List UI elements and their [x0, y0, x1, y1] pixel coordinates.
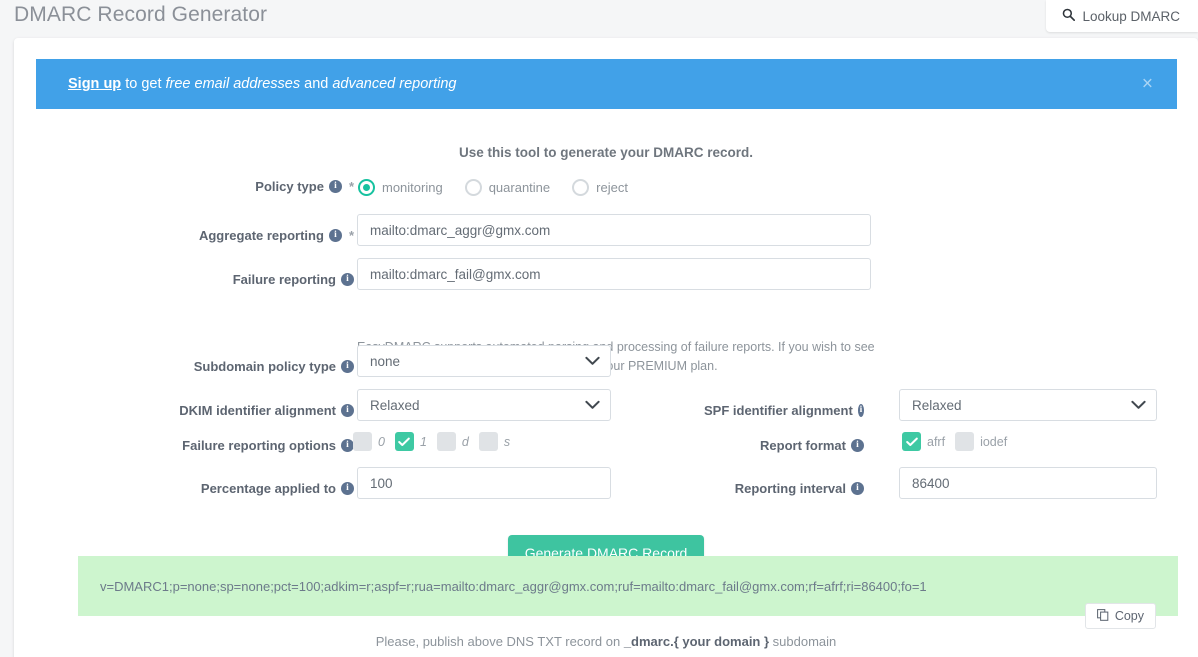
checkbox-fo-d[interactable]: d: [436, 432, 479, 451]
info-icon[interactable]: i: [328, 180, 342, 193]
checkbox-box: [955, 432, 975, 451]
spf-alignment-select[interactable]: Relaxed: [899, 389, 1157, 421]
reporting-interval-input[interactable]: [899, 467, 1157, 499]
failure-reporting-input[interactable]: [357, 258, 871, 290]
footnote-part2: subdomain: [769, 634, 837, 649]
subdomain-policy-label: Subdomain policy type i: [164, 359, 354, 374]
close-icon[interactable]: ×: [1136, 74, 1159, 95]
failure-options-checkbox-group[interactable]: 0 1 d s: [353, 432, 520, 451]
banner-message: Sign up to get free email addresses and …: [68, 76, 457, 92]
report-format-label: Report format i: [714, 438, 864, 453]
checkbox-fo-s[interactable]: s: [478, 432, 520, 451]
search-icon: [1062, 8, 1076, 24]
info-icon[interactable]: i: [341, 403, 354, 417]
checkbox-fo-0[interactable]: 0: [353, 432, 395, 451]
signup-link[interactable]: Sign up: [68, 76, 121, 92]
subdomain-policy-value: none: [370, 353, 401, 369]
percentage-label: Percentage applied to i: [164, 481, 354, 496]
radio-dot-reject: [572, 179, 590, 196]
radio-reject[interactable]: reject: [572, 179, 628, 196]
footnote: Please, publish above DNS TXT record on …: [14, 634, 1198, 649]
main-card: Sign up to get free email addresses and …: [14, 38, 1198, 657]
banner-emphasis-1: free email addresses: [165, 76, 301, 92]
failure-reporting-label: Failure reporting i: [174, 272, 354, 287]
lookup-dmarc-label: Lookup DMARC: [1082, 8, 1180, 24]
chevron-down-icon: [585, 398, 600, 413]
page-title: DMARC Record Generator: [14, 3, 268, 26]
signup-banner: Sign up to get free email addresses and …: [36, 59, 1177, 109]
banner-text-part2: and: [300, 76, 333, 92]
dkim-alignment-value: Relaxed: [370, 397, 420, 413]
footnote-part1: Please, publish above DNS TXT record on: [375, 634, 624, 649]
radio-quarantine[interactable]: quarantine: [464, 179, 550, 196]
info-icon[interactable]: i: [341, 359, 354, 373]
checkbox-fo-1[interactable]: 1: [394, 432, 437, 451]
info-icon[interactable]: i: [341, 481, 354, 495]
dmarc-record-generator-page: DMARC Record Generator Lookup DMARC Sign…: [0, 0, 1198, 657]
copy-button[interactable]: Copy: [1084, 603, 1156, 629]
info-icon[interactable]: i: [851, 481, 864, 495]
generated-record-box: v=DMARC1;p=none;sp=none;pct=100;adkim=r;…: [78, 556, 1178, 629]
failure-options-label: Failure reporting options i: [164, 438, 354, 453]
generated-record-text: v=DMARC1;p=none;sp=none;pct=100;adkim=r;…: [100, 578, 927, 594]
checkbox-iodef[interactable]: iodef: [955, 432, 1017, 451]
radio-dot-quarantine: [464, 179, 482, 196]
lookup-dmarc-button[interactable]: Lookup DMARC: [1046, 0, 1198, 32]
banner-emphasis-2: advanced reporting: [332, 76, 457, 92]
aggregate-reporting-input[interactable]: [357, 214, 871, 246]
dkim-alignment-select[interactable]: Relaxed: [357, 389, 611, 421]
info-icon[interactable]: i: [328, 228, 342, 242]
dkim-alignment-label: DKIM identifier alignment i: [164, 403, 354, 418]
top-bar: DMARC Record Generator Lookup DMARC: [0, 0, 1198, 36]
chevron-down-icon: [1131, 398, 1146, 413]
checkbox-box-checked: [394, 432, 414, 451]
copy-icon: [1096, 608, 1109, 624]
subdomain-policy-select[interactable]: none: [357, 345, 611, 377]
info-icon[interactable]: i: [851, 438, 864, 452]
banner-text-part1: to get: [121, 76, 166, 92]
aggregate-reporting-label: Aggregate reporting i *: [198, 227, 354, 243]
checkbox-box-checked: [902, 432, 921, 451]
spf-alignment-label: SPF identifier alignment i: [704, 402, 864, 418]
reporting-interval-label: Reporting interval i: [714, 481, 864, 496]
info-icon[interactable]: i: [857, 403, 864, 417]
required-marker: *: [348, 179, 354, 194]
required-marker: *: [348, 227, 354, 243]
checkbox-afrf[interactable]: afrf: [902, 432, 955, 451]
chevron-down-icon: [585, 354, 600, 369]
radio-dot-monitoring: [358, 179, 375, 196]
checkbox-box: [478, 432, 498, 451]
spf-alignment-value: Relaxed: [912, 397, 962, 413]
footnote-domain: _dmarc.{ your domain }: [623, 634, 770, 649]
report-format-checkbox-group[interactable]: afrf iodef: [902, 432, 1017, 451]
policy-type-label: Policy type i *: [255, 179, 354, 194]
percentage-input[interactable]: [357, 467, 611, 499]
intro-text: Use this tool to generate your DMARC rec…: [458, 145, 754, 160]
radio-monitoring[interactable]: monitoring: [358, 179, 443, 196]
policy-type-radio-group[interactable]: monitoring quarantine reject: [358, 179, 628, 196]
copy-label: Copy: [1114, 609, 1144, 623]
checkbox-box: [436, 432, 456, 451]
checkbox-box: [353, 432, 372, 451]
info-icon[interactable]: i: [341, 272, 354, 286]
